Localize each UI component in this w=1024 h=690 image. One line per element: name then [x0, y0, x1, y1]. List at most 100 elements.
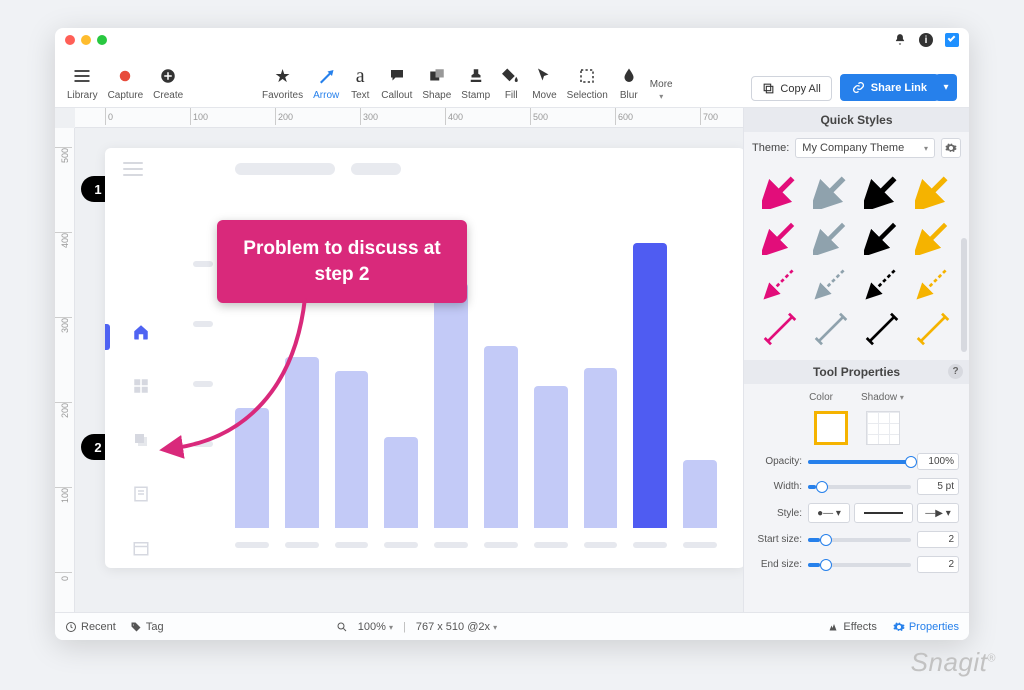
- traffic-lights[interactable]: [65, 35, 107, 45]
- library-button[interactable]: Library: [67, 65, 98, 101]
- arrow-swatch[interactable]: [910, 308, 957, 350]
- theme-select[interactable]: My Company Theme ▾: [795, 138, 935, 158]
- arrow-swatch[interactable]: [859, 170, 906, 212]
- arrow-swatch[interactable]: [859, 216, 906, 258]
- selection-tool[interactable]: Selection: [567, 65, 608, 101]
- tag-button[interactable]: Tag: [130, 621, 164, 633]
- theme-settings-button[interactable]: [941, 138, 961, 158]
- text-tool[interactable]: a Text: [349, 65, 371, 101]
- info-icon[interactable]: i: [919, 33, 933, 47]
- quick-style-swatches[interactable]: [744, 164, 969, 360]
- label: 1: [94, 182, 101, 197]
- minimize-icon[interactable]: [81, 35, 91, 45]
- canvas-area[interactable]: 0 100 200 300 400 500 600 700 500 400 30…: [55, 108, 743, 612]
- callout-annotation[interactable]: Problem to discuss at step 2: [217, 220, 467, 303]
- line-style-select[interactable]: [854, 503, 913, 523]
- sync-icon[interactable]: [945, 33, 959, 47]
- app-window: i Library Capture: [55, 28, 969, 640]
- share-dropdown[interactable]: ▾: [935, 74, 957, 101]
- move-tool[interactable]: Move: [532, 65, 556, 101]
- start-size-slider[interactable]: [808, 538, 911, 542]
- tick: 200: [275, 108, 293, 125]
- zoom-select[interactable]: 100% ▾: [358, 621, 393, 633]
- label: Share Link: [871, 82, 927, 94]
- shadow-swatch[interactable]: [866, 411, 900, 445]
- arrow-swatch[interactable]: [756, 170, 803, 212]
- favorites-tool[interactable]: ★ Favorites: [262, 65, 303, 101]
- recent-button[interactable]: Recent: [65, 621, 116, 633]
- callout-text: Problem to discuss at step 2: [243, 238, 440, 285]
- arrow-swatch[interactable]: [859, 308, 906, 350]
- start-size-value[interactable]: 2: [917, 531, 959, 548]
- tool-properties-header: Tool Properties ?: [744, 360, 969, 384]
- tick: 300: [55, 318, 75, 333]
- chart-bar: [285, 357, 319, 528]
- chart-bar: [235, 408, 269, 528]
- arrow-tool[interactable]: Arrow: [313, 65, 339, 101]
- arrow-swatch[interactable]: [910, 216, 957, 258]
- mock-sidebar: [105, 203, 177, 556]
- label: Favorites: [262, 90, 303, 101]
- arrow-swatch[interactable]: [756, 262, 803, 304]
- calendar-icon: [132, 539, 150, 557]
- end-size-value[interactable]: 2: [917, 556, 959, 573]
- chart-bar: [584, 368, 618, 528]
- arrow-swatch[interactable]: [807, 216, 854, 258]
- grid-icon: [132, 377, 150, 395]
- fill-tool[interactable]: Fill: [500, 65, 522, 101]
- shape-tool[interactable]: Shape: [422, 65, 451, 101]
- color-swatch[interactable]: [814, 411, 848, 445]
- capture-button[interactable]: Capture: [108, 65, 144, 101]
- help-icon[interactable]: ?: [948, 364, 963, 379]
- arrow-swatch[interactable]: [910, 262, 957, 304]
- search-icon[interactable]: [336, 621, 348, 633]
- label: Selection: [567, 90, 608, 101]
- arrow-swatch[interactable]: [756, 308, 803, 350]
- tick: 400: [445, 108, 463, 125]
- tick: 700: [700, 108, 718, 125]
- hamburger-icon: [123, 162, 143, 176]
- ytick: [193, 381, 213, 387]
- width-slider[interactable]: [808, 485, 911, 489]
- arrow-swatch[interactable]: [859, 262, 906, 304]
- end-cap-select[interactable]: —▶ ▾: [917, 503, 959, 523]
- start-cap-select[interactable]: ●— ▾: [808, 503, 850, 523]
- tick: 500: [55, 148, 75, 163]
- share-link-button[interactable]: Share Link: [840, 74, 939, 101]
- arrow-swatch[interactable]: [807, 308, 854, 350]
- text-icon: a: [349, 65, 371, 87]
- artboard[interactable]: Problem to discuss at step 2: [105, 148, 743, 568]
- callout-tool[interactable]: Callout: [381, 65, 412, 101]
- label: Library: [67, 90, 98, 101]
- chart-xlabel: [683, 542, 717, 548]
- zoom-icon[interactable]: [97, 35, 107, 45]
- scrollbar[interactable]: [961, 238, 967, 352]
- end-size-slider[interactable]: [808, 563, 911, 567]
- label: Fill: [505, 90, 518, 101]
- close-icon[interactable]: [65, 35, 75, 45]
- arrow-swatch[interactable]: [756, 216, 803, 258]
- blur-tool[interactable]: Blur: [618, 65, 640, 101]
- bell-icon[interactable]: [893, 33, 907, 47]
- label: Move: [532, 90, 556, 101]
- create-button[interactable]: Create: [153, 65, 183, 101]
- shadow-label[interactable]: Shadow ▾: [861, 392, 904, 403]
- effects-button[interactable]: Effects: [827, 621, 876, 633]
- stamp-tool[interactable]: Stamp: [461, 65, 490, 101]
- arrow-swatch[interactable]: [910, 170, 957, 212]
- dimensions-select[interactable]: 767 x 510 @2x ▾: [416, 621, 497, 633]
- copy-all-button[interactable]: Copy All: [751, 76, 831, 101]
- width-value[interactable]: 5 pt: [917, 478, 959, 495]
- chevron-down-icon: ▾: [389, 623, 393, 632]
- status-bar: Recent Tag 100% ▾ | 767 x 510 @2x ▾ Effe…: [55, 612, 969, 640]
- layers-icon: [132, 431, 150, 449]
- opacity-value[interactable]: 100%: [917, 453, 959, 470]
- arrow-swatch[interactable]: [807, 262, 854, 304]
- chart-xlabel: [584, 542, 618, 548]
- arrow-swatch[interactable]: [807, 170, 854, 212]
- more-tools[interactable]: More ▾: [650, 79, 673, 101]
- properties-button[interactable]: Properties: [893, 621, 959, 633]
- arrow-icon: [315, 65, 337, 87]
- chart-xlabel: [235, 542, 269, 548]
- opacity-slider[interactable]: [808, 460, 911, 464]
